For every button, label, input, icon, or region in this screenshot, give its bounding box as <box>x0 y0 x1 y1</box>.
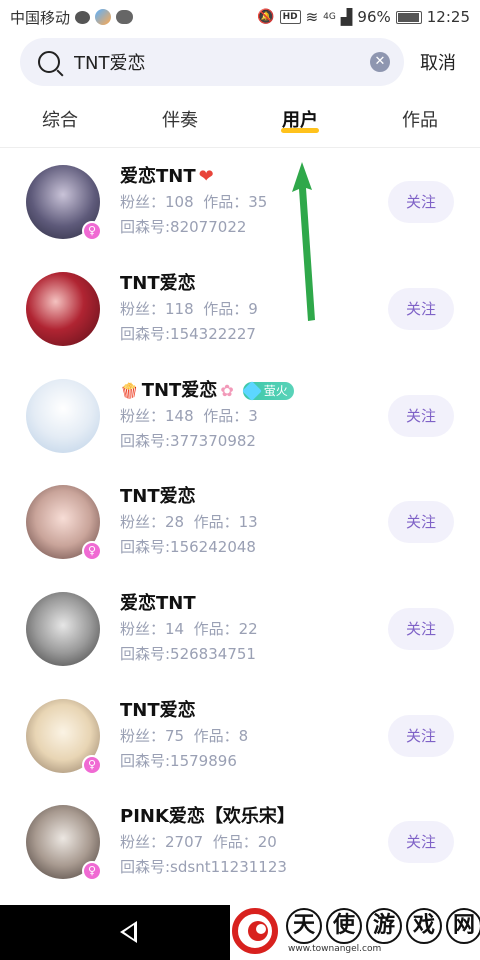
search-row: ✕ 取消 <box>0 37 480 87</box>
female-icon: ♀ <box>82 221 102 242</box>
tab-label: 综合 <box>42 110 78 131</box>
follow-button[interactable]: 关注 <box>388 181 454 224</box>
search-tabs: 综合 伴奏 用户 作品 <box>0 96 480 148</box>
heart-icon: ❤ <box>198 166 214 188</box>
avatar[interactable]: ♀ <box>26 698 102 775</box>
user-name[interactable]: TNT爱恋 <box>120 698 388 724</box>
avatar[interactable] <box>26 378 100 453</box>
avatar[interactable] <box>26 272 100 347</box>
wechat-icon <box>116 10 134 24</box>
mute-icon: 🔕 <box>257 9 275 25</box>
follow-button[interactable]: 关注 <box>388 714 454 757</box>
user-id: 回森号:82077022 <box>120 218 247 237</box>
search-input[interactable] <box>74 51 370 73</box>
signal-icon: ▟ <box>340 8 353 26</box>
tab-works[interactable]: 作品 <box>360 96 480 147</box>
tab-users[interactable]: 用户 <box>240 96 360 147</box>
follow-button[interactable]: 关注 <box>388 608 454 651</box>
tab-accompaniment[interactable]: 伴奏 <box>120 96 240 147</box>
user-stats: 粉丝：28 作品：13 <box>120 513 258 532</box>
follow-button[interactable]: 关注 <box>388 501 454 544</box>
avatar[interactable]: ♀ <box>26 485 102 562</box>
watermark-url: www.townangel.com <box>288 944 382 954</box>
clock: 12:25 <box>426 8 470 26</box>
search-icon <box>38 51 60 73</box>
list-item[interactable]: ♀ TNT爱恋 粉丝：75 作品：8 回森号:1579896 关注 <box>0 682 480 789</box>
user-name[interactable]: 爱恋TNT ❤ <box>120 164 388 190</box>
watermark-char: 游 <box>366 908 402 944</box>
female-icon: ♀ <box>82 541 102 562</box>
watermark-logo-icon <box>232 908 278 954</box>
back-icon[interactable] <box>120 921 137 943</box>
blossom-icon: ✿ <box>220 380 234 400</box>
watermark-char: 网 <box>446 908 480 944</box>
popcorn-icon: 🍿 <box>120 381 139 400</box>
battery-icon <box>395 10 422 24</box>
user-stats: 粉丝：108 作品：35 <box>120 193 268 212</box>
avatar[interactable]: ♀ <box>26 805 102 882</box>
female-icon: ♀ <box>82 754 102 775</box>
user-stats: 粉丝：2707 作品：20 <box>120 833 277 852</box>
site-watermark: 天 使 游 戏 网 www.townangel.com <box>230 902 480 960</box>
active-tab-indicator <box>281 128 319 133</box>
user-id: 回森号:sdsnt11231123 <box>120 858 287 877</box>
clear-icon[interactable]: ✕ <box>370 52 390 72</box>
female-icon: ♀ <box>82 861 102 882</box>
user-stats: 粉丝：75 作品：8 <box>120 726 249 745</box>
tab-all[interactable]: 综合 <box>0 96 120 147</box>
follow-button[interactable]: 关注 <box>388 394 454 437</box>
network-type: 4G <box>323 12 336 22</box>
user-id: 回森号:154322227 <box>120 325 256 344</box>
watermark-char: 使 <box>326 908 362 944</box>
user-id: 回森号:1579896 <box>120 751 237 770</box>
list-item[interactable]: ♀ TNT爱恋 粉丝：28 作品：13 回森号:156242048 关注 <box>0 469 480 576</box>
user-list: ♀ 爱恋TNT ❤ 粉丝：108 作品：35 回森号:82077022 关注 TN… <box>0 149 480 896</box>
list-item[interactable]: 🍿 TNT爱恋 ✿ 萤火 粉丝：148 作品：3 回森号:377370982 关注 <box>0 362 480 469</box>
weather-icon <box>95 9 112 25</box>
firefly-level-badge: 萤火 <box>241 380 294 401</box>
hd-icon: HD <box>279 10 301 24</box>
search-box[interactable]: ✕ <box>20 38 404 86</box>
tab-label: 作品 <box>402 110 438 131</box>
user-name[interactable]: TNT爱恋 <box>120 484 388 510</box>
watermark-char: 天 <box>286 908 322 944</box>
user-name[interactable]: 爱恋TNT <box>120 591 388 617</box>
wifi-icon: ≋ <box>305 8 319 26</box>
list-item[interactable]: ♀ PINK爱恋【欢乐宋】 粉丝：2707 作品：20 回森号:sdsnt112… <box>0 789 480 896</box>
follow-button[interactable]: 关注 <box>388 821 454 864</box>
carrier-label: 中国移动 <box>10 8 71 27</box>
watermark-char: 戏 <box>406 908 442 944</box>
list-item[interactable]: TNT爱恋 粉丝：118 作品：9 回森号:154322227 关注 <box>0 256 480 363</box>
user-name[interactable]: TNT爱恋 <box>120 271 388 297</box>
list-item[interactable]: 爱恋TNT 粉丝：14 作品：22 回森号:526834751 关注 <box>0 576 480 683</box>
user-stats: 粉丝：14 作品：22 <box>120 620 258 639</box>
user-name[interactable]: PINK爱恋【欢乐宋】 <box>120 804 388 830</box>
user-id: 回森号:377370982 <box>120 431 256 450</box>
user-stats: 粉丝：148 作品：3 <box>120 406 258 425</box>
user-id: 回森号:526834751 <box>120 645 256 664</box>
gem-icon <box>241 380 262 401</box>
tab-label: 伴奏 <box>162 110 198 131</box>
avatar[interactable]: ♀ <box>26 165 102 242</box>
user-stats: 粉丝：118 作品：9 <box>120 300 258 319</box>
status-bar: 中国移动 🔕 HD ≋ 4G ▟ 96% 12:25 <box>0 0 480 34</box>
user-name[interactable]: 🍿 TNT爱恋 ✿ 萤火 <box>120 378 388 404</box>
message-notification-icon <box>75 10 91 24</box>
avatar[interactable] <box>26 592 100 667</box>
list-item[interactable]: ♀ 爱恋TNT ❤ 粉丝：108 作品：35 回森号:82077022 关注 <box>0 149 480 256</box>
battery-percent: 96% <box>357 8 391 26</box>
cancel-button[interactable]: 取消 <box>420 49 456 75</box>
follow-button[interactable]: 关注 <box>388 288 454 331</box>
user-id: 回森号:156242048 <box>120 538 256 557</box>
